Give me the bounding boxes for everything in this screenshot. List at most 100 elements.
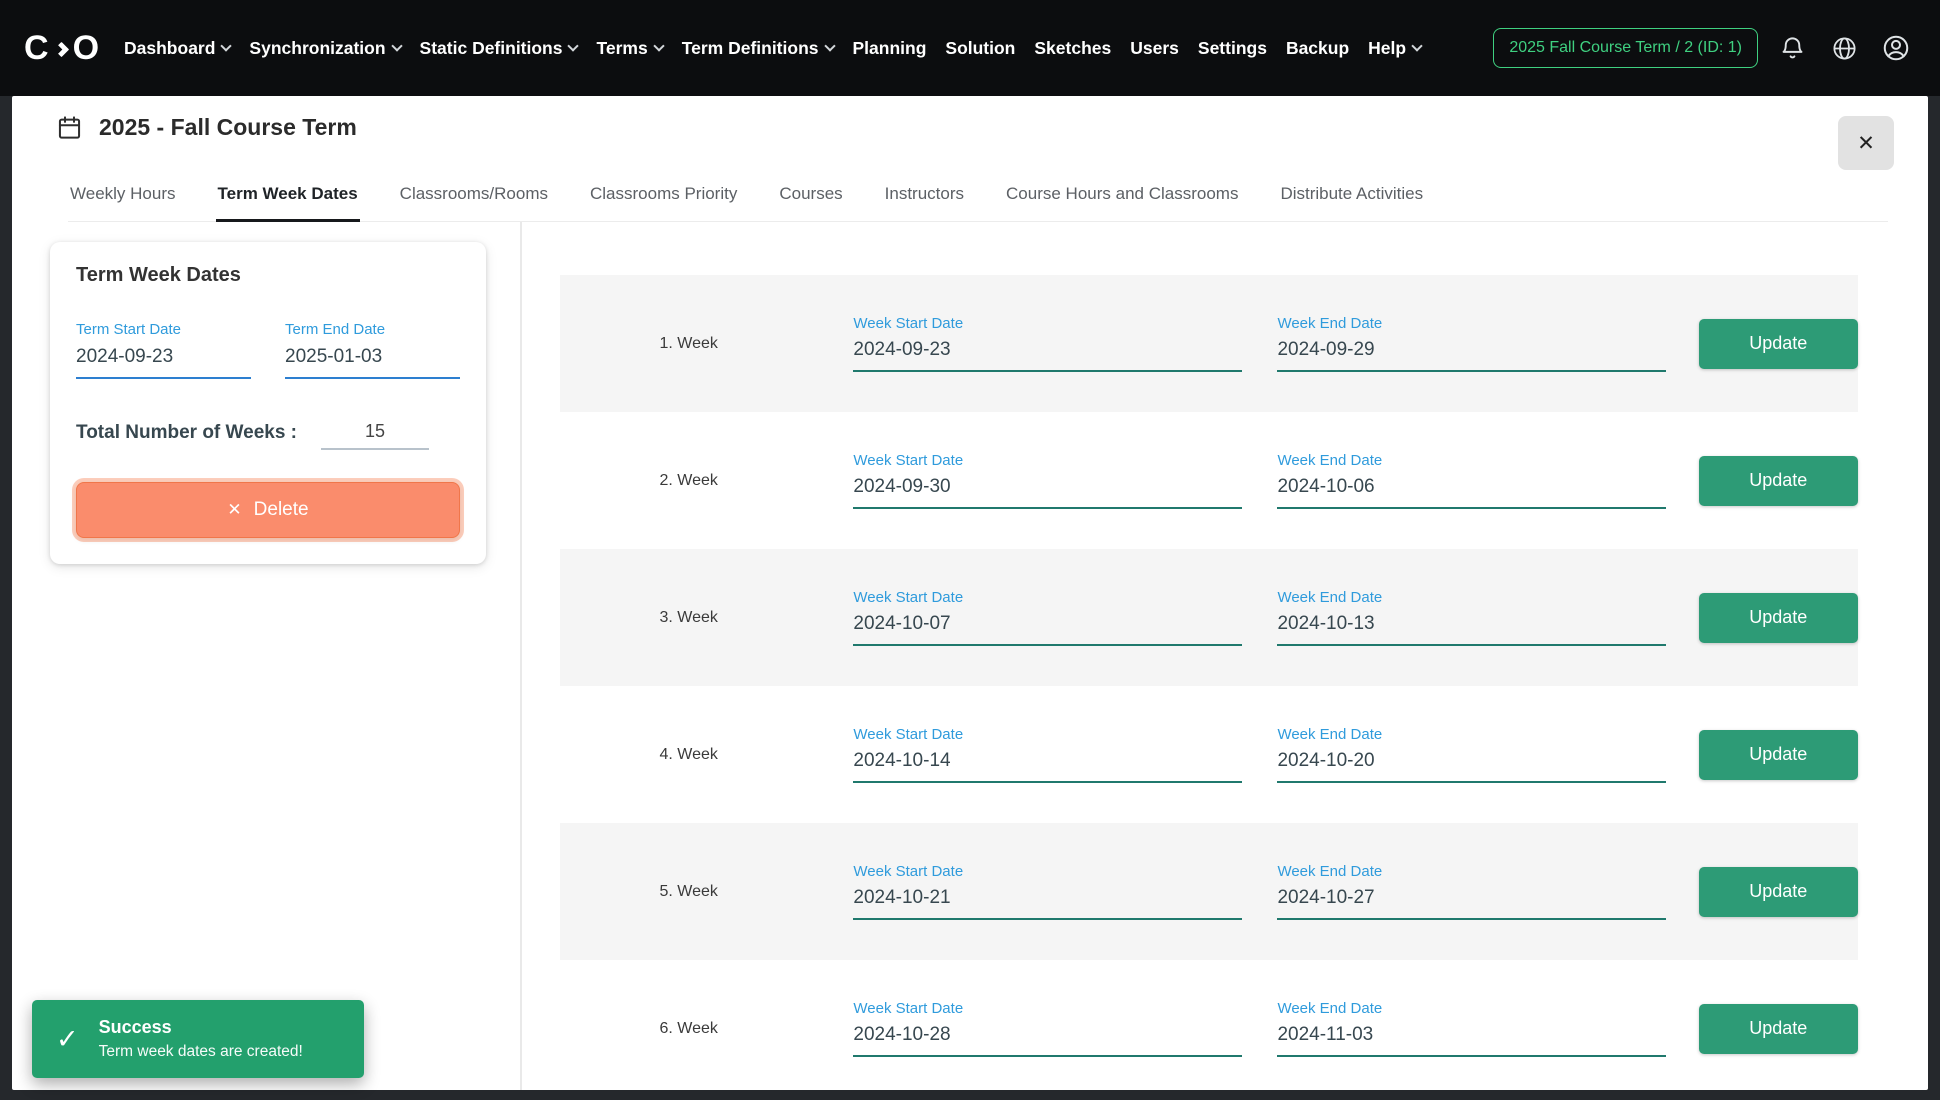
- week-end-field: Week End Date 2024-11-03: [1277, 1000, 1665, 1057]
- tab-course-hours-and-classrooms[interactable]: Course Hours and Classrooms: [1004, 172, 1240, 221]
- toast-message: Term week dates are created!: [99, 1043, 303, 1061]
- tab-bar: Weekly Hours Term Week Dates Classrooms/…: [68, 172, 1888, 222]
- week-end-date-input[interactable]: 2024-09-29: [1277, 339, 1665, 372]
- nav-item-term-definitions[interactable]: Term Definitions: [682, 38, 834, 59]
- nav-item-users[interactable]: Users: [1130, 38, 1179, 59]
- update-button[interactable]: Update: [1699, 319, 1859, 369]
- term-detail-card: 2025 - Fall Course Term ✕ Weekly Hours T…: [12, 96, 1928, 1090]
- success-toast: ✓ Success Term week dates are created!: [32, 1000, 364, 1078]
- week-start-date-input[interactable]: 2024-09-23: [853, 339, 1242, 372]
- nav-item-dashboard[interactable]: Dashboard: [124, 38, 230, 59]
- total-weeks-input[interactable]: 15: [321, 421, 429, 450]
- nav-menu-item-label: Static Definitions: [420, 38, 563, 59]
- week-start-field: Week Start Date 2024-10-07: [853, 589, 1242, 646]
- week-end-date-label: Week End Date: [1277, 1000, 1665, 1017]
- nav-item-backup[interactable]: Backup: [1286, 38, 1349, 59]
- week-end-field: Week End Date 2024-10-20: [1277, 726, 1665, 783]
- week-end-field: Week End Date 2024-10-27: [1277, 863, 1665, 920]
- week-end-date-label: Week End Date: [1277, 726, 1665, 743]
- week-number-label: 1. Week: [560, 335, 817, 353]
- nav-item-synchronization[interactable]: Synchronization: [249, 38, 400, 59]
- tab-instructors[interactable]: Instructors: [883, 172, 966, 221]
- week-end-date-label: Week End Date: [1277, 863, 1665, 880]
- week-list: 1. Week Week Start Date 2024-09-23 Week …: [560, 275, 1858, 1090]
- week-end-date-input[interactable]: 2024-11-03: [1277, 1024, 1665, 1057]
- language-globe-icon[interactable]: [1824, 28, 1864, 68]
- tab-classrooms-rooms[interactable]: Classrooms/Rooms: [398, 172, 550, 221]
- week-end-date-input[interactable]: 2024-10-06: [1277, 476, 1665, 509]
- tab-courses[interactable]: Courses: [777, 172, 844, 221]
- term-end-date-field: Term End Date 2025-01-03: [285, 321, 460, 379]
- week-start-date-label: Week Start Date: [853, 726, 1242, 743]
- nav-item-sketches[interactable]: Sketches: [1034, 38, 1111, 59]
- card-header: 2025 - Fall Course Term: [56, 114, 357, 141]
- tab-weekly-hours[interactable]: Weekly Hours: [68, 172, 178, 221]
- tab-label: Weekly Hours: [70, 184, 176, 203]
- update-button[interactable]: Update: [1699, 593, 1859, 643]
- week-start-date-label: Week Start Date: [853, 452, 1242, 469]
- week-start-date-input[interactable]: 2024-10-07: [853, 613, 1242, 646]
- update-button[interactable]: Update: [1699, 730, 1859, 780]
- week-start-date-input[interactable]: 2024-10-28: [853, 1024, 1242, 1057]
- top-navbar: C O Dashboard Synchronization Static Def…: [0, 0, 1940, 96]
- total-weeks-row: Total Number of Weeks : 15: [76, 421, 460, 450]
- nav-item-settings[interactable]: Settings: [1198, 38, 1267, 59]
- chevron-down-icon: [568, 40, 579, 51]
- week-start-field: Week Start Date 2024-10-21: [853, 863, 1242, 920]
- tab-label: Course Hours and Classrooms: [1006, 184, 1238, 203]
- week-end-date-input[interactable]: 2024-10-27: [1277, 887, 1665, 920]
- week-end-date-label: Week End Date: [1277, 452, 1665, 469]
- nav-menu-item-label: Settings: [1198, 38, 1267, 59]
- chevron-down-icon: [1411, 40, 1422, 51]
- tab-label: Classrooms/Rooms: [400, 184, 548, 203]
- tab-label: Classrooms Priority: [590, 184, 737, 203]
- week-row: 2. Week Week Start Date 2024-09-30 Week …: [560, 412, 1858, 549]
- nav-item-solution[interactable]: Solution: [945, 38, 1015, 59]
- nav-item-planning[interactable]: Planning: [853, 38, 927, 59]
- tab-label: Courses: [779, 184, 842, 203]
- content-divider: [520, 222, 522, 1090]
- active-term-badge[interactable]: 2025 Fall Course Term / 2 (ID: 1): [1493, 28, 1758, 68]
- nav-item-terms[interactable]: Terms: [596, 38, 662, 59]
- term-end-date-label: Term End Date: [285, 321, 460, 338]
- delete-button[interactable]: ✕ Delete: [76, 482, 460, 538]
- term-date-fields: Term Start Date 2024-09-23 Term End Date…: [76, 321, 460, 379]
- week-start-date-input[interactable]: 2024-10-14: [853, 750, 1242, 783]
- update-button[interactable]: Update: [1699, 1004, 1859, 1054]
- nav-item-static-definitions[interactable]: Static Definitions: [420, 38, 578, 59]
- nav-item-help[interactable]: Help: [1368, 38, 1421, 59]
- app-logo[interactable]: C O: [24, 29, 100, 68]
- notifications-bell-icon[interactable]: [1772, 28, 1812, 68]
- tab-term-week-dates[interactable]: Term Week Dates: [216, 172, 360, 221]
- toast-title: Success: [99, 1017, 303, 1038]
- week-start-date-input[interactable]: 2024-10-21: [853, 887, 1242, 920]
- week-end-date-input[interactable]: 2024-10-13: [1277, 613, 1665, 646]
- user-account-icon[interactable]: [1876, 28, 1916, 68]
- week-row: 4. Week Week Start Date 2024-10-14 Week …: [560, 686, 1858, 823]
- close-button[interactable]: ✕: [1838, 116, 1894, 170]
- week-start-field: Week Start Date 2024-09-23: [853, 315, 1242, 372]
- term-start-date-input[interactable]: 2024-09-23: [76, 346, 251, 379]
- update-button[interactable]: Update: [1699, 867, 1859, 917]
- nav-menu-item-label: Help: [1368, 38, 1406, 59]
- calendar-icon: [56, 114, 83, 141]
- update-button[interactable]: Update: [1699, 456, 1859, 506]
- week-end-field: Week End Date 2024-10-06: [1277, 452, 1665, 509]
- week-end-date-input[interactable]: 2024-10-20: [1277, 750, 1665, 783]
- navbar-icon-group: [1772, 28, 1916, 68]
- week-start-date-label: Week Start Date: [853, 589, 1242, 606]
- term-start-date-field: Term Start Date 2024-09-23: [76, 321, 251, 379]
- tab-distribute-activities[interactable]: Distribute Activities: [1278, 172, 1425, 221]
- week-start-date-label: Week Start Date: [853, 315, 1242, 332]
- nav-menu-item-label: Solution: [945, 38, 1015, 59]
- term-end-date-input[interactable]: 2025-01-03: [285, 346, 460, 379]
- week-row: 5. Week Week Start Date 2024-10-21 Week …: [560, 823, 1858, 960]
- delete-x-icon: ✕: [227, 500, 241, 520]
- term-start-date-label: Term Start Date: [76, 321, 251, 338]
- week-number-label: 4. Week: [560, 746, 817, 764]
- tab-classrooms-priority[interactable]: Classrooms Priority: [588, 172, 739, 221]
- week-end-field: Week End Date 2024-10-13: [1277, 589, 1665, 646]
- week-start-field: Week Start Date 2024-09-30: [853, 452, 1242, 509]
- week-start-date-label: Week Start Date: [853, 1000, 1242, 1017]
- week-start-date-input[interactable]: 2024-09-30: [853, 476, 1242, 509]
